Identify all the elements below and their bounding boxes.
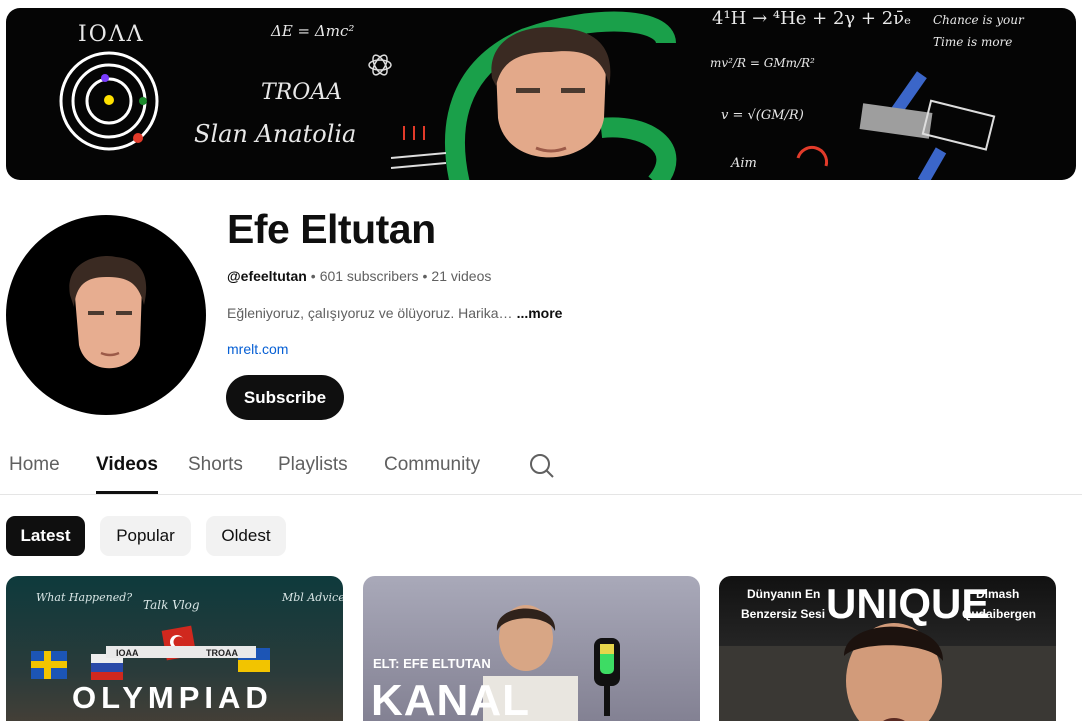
artist-line-1: Dimash	[976, 587, 1020, 601]
channel-description[interactable]: Eğleniyoruz, çalışıyoruz ve ölüyoruz. Ha…	[227, 305, 562, 321]
video-count: 21 videos	[431, 268, 492, 284]
channel-tabs: Home Videos Shorts Playlists Community	[0, 440, 1082, 495]
aim-scribble: Aim	[731, 156, 757, 171]
more-link[interactable]: ...more	[517, 305, 563, 321]
channel-avatar[interactable]	[6, 215, 206, 415]
caption-line-1: Dünyanın En	[747, 587, 821, 601]
overlay-advices: Mbl Advices	[282, 591, 343, 604]
fusion-equation: 4¹H → ⁴He + 2γ + 2ν̄ₑ	[712, 8, 912, 29]
channel-link[interactable]: mrelt.com	[227, 341, 288, 357]
portrait-illustration	[491, 27, 611, 158]
tab-playlists[interactable]: Playlists	[278, 454, 348, 476]
quote-line-2: Time is more	[933, 35, 1013, 49]
overlay-ioaa: IOAA	[116, 648, 139, 658]
energy-equation: ΔE = Δmc²	[271, 22, 355, 40]
subscribe-button[interactable]: Subscribe	[226, 375, 344, 420]
search-icon[interactable]	[529, 453, 555, 479]
subscriber-count: 601 subscribers	[319, 268, 419, 284]
channel-handle: @efeeltutan	[227, 268, 307, 284]
meta-separator: •	[310, 268, 316, 284]
chip-oldest[interactable]: Oldest	[206, 516, 286, 556]
video-label: ELT: EFE ELTUTAN	[373, 656, 491, 671]
avatar-portrait	[69, 255, 147, 369]
overlay-talk-vlog: Talk Vlog	[143, 598, 200, 612]
caption-line-2: Benzersiz Sesi	[741, 607, 826, 621]
video-title-overlay: OLYMPIAD	[72, 680, 273, 715]
overlay-what-happened: What Happened?	[36, 591, 133, 604]
video-thumbnail[interactable]: ELT: EFE ELTUTAN KANAL	[363, 576, 700, 721]
video-thumbnail[interactable]: What Happened? Talk Vlog Mbl Advices IOA…	[6, 576, 343, 721]
troaa-scribble: TROAA	[261, 80, 343, 105]
tab-videos[interactable]: Videos	[96, 454, 158, 476]
description-text: Eğleniyoruz, çalışıyoruz ve ölüyoruz. Ha…	[227, 305, 513, 321]
channel-name: Efe Eltutan	[227, 206, 436, 252]
tab-home[interactable]: Home	[9, 454, 60, 476]
chip-latest[interactable]: Latest	[6, 516, 85, 556]
telescope-illustration	[859, 71, 996, 180]
signature-scribble: Slan Anatolia	[194, 120, 357, 148]
chip-popular[interactable]: Popular	[100, 516, 191, 556]
overlay-troaa: TROAA	[206, 648, 238, 658]
gravity-equation: mv²/R = GMm/R²	[710, 56, 815, 70]
channel-meta: @efeeltutan • 601 subscribers • 21 videos	[227, 268, 491, 284]
meta-separator: •	[422, 268, 428, 284]
banner-artwork	[59, 11, 996, 180]
active-tab-indicator	[96, 491, 158, 494]
tab-shorts[interactable]: Shorts	[188, 454, 243, 476]
video-title-overlay: KANAL	[371, 676, 530, 721]
atom-icon	[368, 54, 392, 76]
artist-line-2: Qudaibergen	[962, 607, 1037, 621]
tab-community[interactable]: Community	[384, 454, 480, 476]
velocity-equation: v = √(GM/R)	[721, 108, 804, 123]
ioaa-scribble: IOΛΛ	[78, 22, 145, 47]
channel-banner: IOΛΛ ΔE = Δmc² TROAA Slan Anatolia 4¹H →…	[6, 8, 1076, 180]
video-thumbnail[interactable]: Dünyanın En Benzersiz Sesi UNIQUE Dimash…	[719, 576, 1056, 721]
quote-line-1: Chance is your	[933, 13, 1024, 27]
